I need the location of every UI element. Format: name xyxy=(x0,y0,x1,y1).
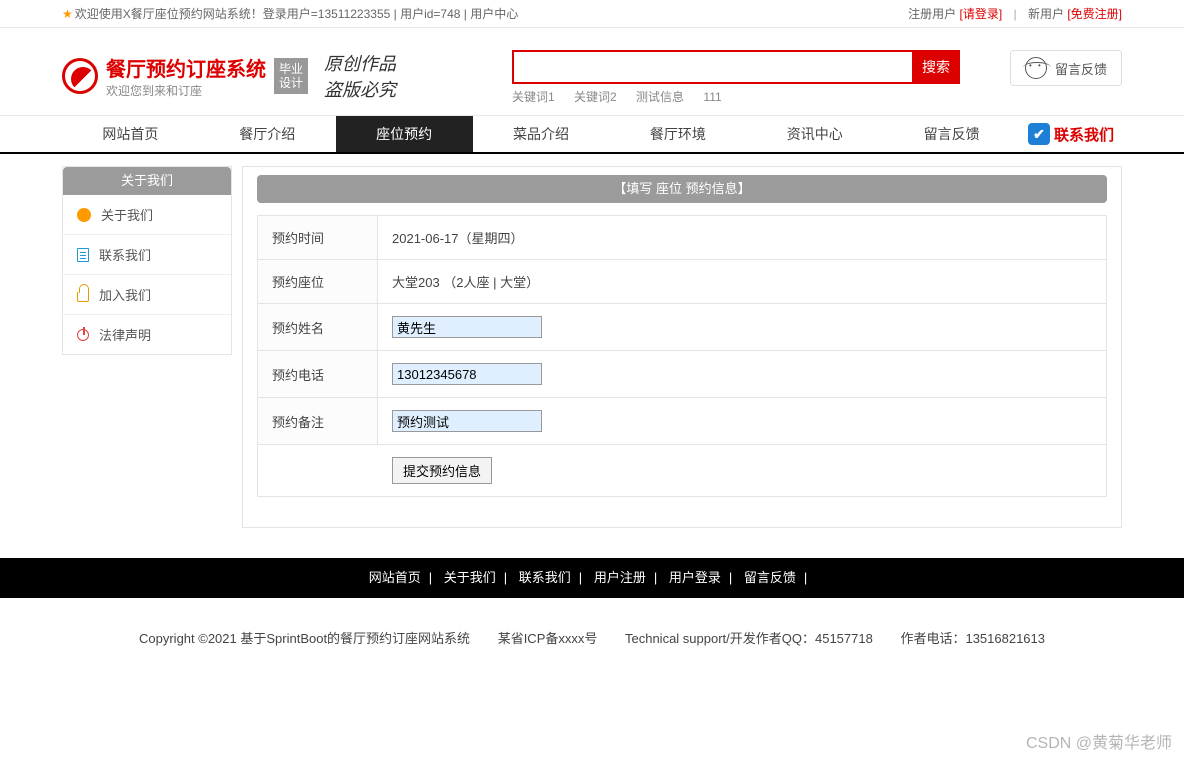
logo-block[interactable]: 餐厅预约订座系统 欢迎您到来和订座 毕业 设计 原创作品 盗版必究 xyxy=(62,50,396,102)
nav-home[interactable]: 网站首页 xyxy=(62,116,199,152)
search-keywords: 关键词1 关键词2 测试信息 111 xyxy=(512,88,960,105)
value-time: 2021-06-17（星期四） xyxy=(378,216,1107,260)
input-phone[interactable] xyxy=(392,363,542,385)
footer: 网站首页| 关于我们| 联系我们| 用户注册| 用户登录| 留言反馈| Copy… xyxy=(0,558,1184,687)
power-icon xyxy=(77,329,89,341)
keyword-link[interactable]: 111 xyxy=(703,90,721,104)
footer-copyright: Copyright ©2021 基于SprintBoot的餐厅预约订座网站系统 … xyxy=(0,598,1184,687)
search-input[interactable] xyxy=(512,50,912,84)
lock-icon xyxy=(77,292,89,302)
content-panel: 【填写 座位 预约信息】 预约时间 2021-06-17（星期四） 预约座位 大… xyxy=(242,166,1122,528)
footer-nav: 网站首页| 关于我们| 联系我们| 用户注册| 用户登录| 留言反馈| xyxy=(0,558,1184,598)
motto: 原创作品 盗版必究 xyxy=(324,50,396,102)
feedback-label: 留言反馈 xyxy=(1055,59,1107,78)
nav-seat-reservation[interactable]: 座位预约 xyxy=(336,116,473,152)
reservation-form: 预约时间 2021-06-17（星期四） 预约座位 大堂203 （2人座 | 大… xyxy=(257,215,1107,497)
label-seat: 预约座位 xyxy=(258,260,378,304)
nav-dishes[interactable]: 菜品介绍 xyxy=(473,116,610,152)
sidebar-item-label: 法律声明 xyxy=(99,325,151,344)
feedback-button[interactable]: 留言反馈 xyxy=(1010,50,1122,86)
sidebar-item-legal[interactable]: 法律声明 xyxy=(63,314,231,354)
sidebar-item-join[interactable]: 加入我们 xyxy=(63,274,231,314)
footer-link[interactable]: 联系我们 xyxy=(519,570,571,585)
face-icon xyxy=(1025,57,1047,79)
topbar-right: 注册用户 [请登录] | 新用户 [免费注册] xyxy=(908,0,1122,28)
value-seat: 大堂203 （2人座 | 大堂） xyxy=(378,260,1107,304)
label-name: 预约姓名 xyxy=(258,304,378,351)
registered-label: 注册用户 xyxy=(908,7,956,21)
star-icon: ★ xyxy=(62,7,73,21)
row-seat: 预约座位 大堂203 （2人座 | 大堂） xyxy=(258,260,1107,304)
search-button[interactable]: 搜索 xyxy=(912,50,960,84)
sidebar-item-about[interactable]: 关于我们 xyxy=(63,195,231,234)
nav-contact-label: 联系我们 xyxy=(1054,124,1114,145)
footer-link[interactable]: 用户登录 xyxy=(669,570,721,585)
label-time: 预约时间 xyxy=(258,216,378,260)
sidebar-title: 关于我们 xyxy=(63,167,231,195)
main: 关于我们 关于我们 联系我们 加入我们 法律声明 【填写 座位 预约信息】 预约… xyxy=(62,166,1122,528)
sidebar-item-label: 加入我们 xyxy=(99,285,151,304)
sidebar-item-label: 联系我们 xyxy=(99,245,151,264)
watermark: CSDN @黄菊华老师 xyxy=(1026,729,1172,753)
nav-environment[interactable]: 餐厅环境 xyxy=(609,116,746,152)
panel-title: 【填写 座位 预约信息】 xyxy=(257,175,1107,203)
nav-contact[interactable]: ✔ 联系我们 xyxy=(1020,116,1122,152)
nav-bar: 网站首页 餐厅介绍 座位预约 菜品介绍 餐厅环境 资讯中心 留言反馈 ✔ 联系我… xyxy=(0,115,1184,154)
row-submit: 提交预约信息 xyxy=(258,445,1107,497)
keyword-link[interactable]: 测试信息 xyxy=(636,90,684,104)
row-time: 预约时间 2021-06-17（星期四） xyxy=(258,216,1107,260)
dot-icon xyxy=(77,208,91,222)
input-name[interactable] xyxy=(392,316,542,338)
site-title: 餐厅预约订座系统 xyxy=(106,53,266,82)
site-subtitle: 欢迎您到来和订座 xyxy=(106,82,266,99)
row-name: 预约姓名 xyxy=(258,304,1107,351)
nav-news[interactable]: 资讯中心 xyxy=(746,116,883,152)
search-block: 搜索 关键词1 关键词2 测试信息 111 xyxy=(512,50,960,105)
sidebar-item-label: 关于我们 xyxy=(101,205,153,224)
login-link[interactable]: [请登录] xyxy=(959,7,1002,21)
footer-link[interactable]: 用户注册 xyxy=(594,570,646,585)
input-remark[interactable] xyxy=(392,410,542,432)
logo-icon xyxy=(62,58,98,94)
submit-button[interactable]: 提交预约信息 xyxy=(392,457,492,484)
keyword-link[interactable]: 关键词1 xyxy=(512,90,555,104)
header: 餐厅预约订座系统 欢迎您到来和订座 毕业 设计 原创作品 盗版必究 搜索 关键词… xyxy=(62,28,1122,115)
register-link[interactable]: [免费注册] xyxy=(1067,7,1122,21)
label-phone: 预约电话 xyxy=(258,351,378,398)
new-user-label: 新用户 xyxy=(1028,7,1064,21)
footer-link[interactable]: 留言反馈 xyxy=(744,570,796,585)
check-icon: ✔ xyxy=(1028,123,1050,145)
welcome-text[interactable]: 欢迎使用X餐厅座位预约网站系统！登录用户=13511223355 | 用户id=… xyxy=(75,7,518,21)
topbar-welcome: ★欢迎使用X餐厅座位预约网站系统！登录用户=13511223355 | 用户id… xyxy=(62,0,518,28)
row-phone: 预约电话 xyxy=(258,351,1107,398)
keyword-link[interactable]: 关键词2 xyxy=(574,90,617,104)
doc-icon xyxy=(77,248,89,262)
sidebar: 关于我们 关于我们 联系我们 加入我们 法律声明 xyxy=(62,166,232,355)
row-remark: 预约备注 xyxy=(258,398,1107,445)
footer-link[interactable]: 网站首页 xyxy=(369,570,421,585)
label-remark: 预约备注 xyxy=(258,398,378,445)
topbar: ★欢迎使用X餐厅座位预约网站系统！登录用户=13511223355 | 用户id… xyxy=(0,0,1184,28)
footer-link[interactable]: 关于我们 xyxy=(444,570,496,585)
nav-feedback[interactable]: 留言反馈 xyxy=(883,116,1020,152)
badge: 毕业 设计 xyxy=(274,58,308,94)
nav-about-restaurant[interactable]: 餐厅介绍 xyxy=(199,116,336,152)
sidebar-item-contact[interactable]: 联系我们 xyxy=(63,234,231,274)
